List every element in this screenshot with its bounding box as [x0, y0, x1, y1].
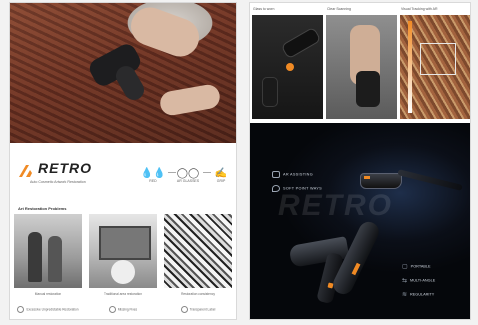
brand-row: RETRO Auto Cosmetic Artwork Restoration … [10, 158, 236, 198]
problem-caption-1: Manual restoration [34, 292, 62, 296]
problem-photo-1 [14, 214, 82, 288]
portable-icon: ▢ [402, 264, 408, 270]
feature-glasses: ◯◯ AR GLASSES [173, 168, 203, 183]
section-title: Art Restoration Problems [18, 206, 67, 211]
spec-multi-angle: ⇆ MULTI-ANGLE [402, 277, 435, 284]
problem-footer-2: Missing Fixes [89, 306, 157, 313]
spec-label: PORTABLE [410, 264, 431, 269]
spec-regularity: ≋ REGULARITY [402, 291, 434, 298]
person-figure [48, 236, 62, 282]
glasses-device [280, 26, 322, 60]
spec-label: AR ASSISTING [283, 172, 313, 177]
problem-footer-label: Excessive Unpredictable Restoration [26, 307, 79, 312]
scenario-header-1: Glass to worn [253, 7, 275, 11]
spec-label: MULTI-ANGLE [410, 278, 436, 283]
scanner-grip [112, 62, 148, 104]
scenario-header-3: Visual Tracking with AR [401, 7, 438, 11]
spec-label: SOFT POINT WAYS [283, 186, 322, 191]
spec-ar-assisting: AR ASSISTING [272, 171, 313, 178]
multi-angle-icon: ⇆ [402, 278, 408, 284]
product-board-right: Glass to worn Clear Scanning Visual Trac… [250, 3, 470, 319]
glasses-accent [364, 176, 370, 179]
ar-icon [272, 171, 280, 178]
drops-icon: ≋ [402, 292, 408, 298]
hero-dark-section: RETRO AR ASSISTING SOFT POINT WAYS ▢ PORT… [250, 123, 470, 319]
container-shape [111, 260, 135, 284]
circle-icon [108, 306, 116, 313]
feature-drops: 💧💧 RED [138, 168, 168, 183]
problem-footer-1: Excessive Unpredictable Restoration [14, 306, 82, 313]
spec-soft-point: SOFT POINT WAYS [272, 185, 322, 192]
hand-icon: ✍ [214, 168, 228, 179]
ar-glasses-render [360, 165, 464, 195]
scenario-header-2: Clear Scanning [327, 7, 351, 11]
scanning-artwork-photo [10, 3, 236, 143]
feature-label: GRIP [216, 179, 226, 183]
problem-photo-3 [164, 214, 232, 288]
problem-footer-3: Transparent Label [164, 306, 232, 313]
brand-name: RETRO [38, 160, 92, 176]
spec-portable: ▢ PORTABLE [402, 263, 431, 270]
orange-button [286, 63, 294, 71]
drops-icon: 💧💧 [140, 168, 166, 179]
holster-device [356, 71, 380, 107]
feature-label: RED [149, 179, 157, 183]
feature-label: AR GLASSES [176, 179, 200, 183]
brand-tagline: Auto Cosmetic Artwork Restoration [30, 180, 86, 184]
person-figure [28, 232, 42, 282]
problem-caption-3: Restoration consistency [181, 292, 215, 296]
glasses-icon: ◯◯ [176, 168, 200, 179]
product-board-left: RETRO Auto Cosmetic Artwork Restoration … [10, 3, 236, 319]
spec-label: REGULARITY [410, 292, 435, 297]
logo-icon [19, 165, 32, 177]
problem-footer-label: Missing Fixes [117, 307, 138, 312]
location-icon [272, 185, 280, 192]
circle-icon [180, 306, 188, 313]
circle-icon [17, 306, 25, 313]
feature-hand: ✍ GRIP [206, 168, 236, 183]
problem-photo-2 [89, 214, 157, 288]
scenario-photo-1 [252, 15, 323, 119]
scenario-photo-3 [400, 15, 470, 119]
hand-shape [158, 82, 222, 118]
ar-overlay-frame [420, 43, 456, 75]
problem-caption-2: Traditional area restoration [104, 292, 142, 296]
scanner-device [262, 77, 278, 107]
scenario-photo-2 [326, 15, 397, 119]
glasses-arm [397, 169, 463, 191]
problem-footer-label: Transparent Label [189, 307, 216, 312]
ar-overlay-bar [408, 21, 412, 113]
equipment-shape [99, 226, 151, 260]
